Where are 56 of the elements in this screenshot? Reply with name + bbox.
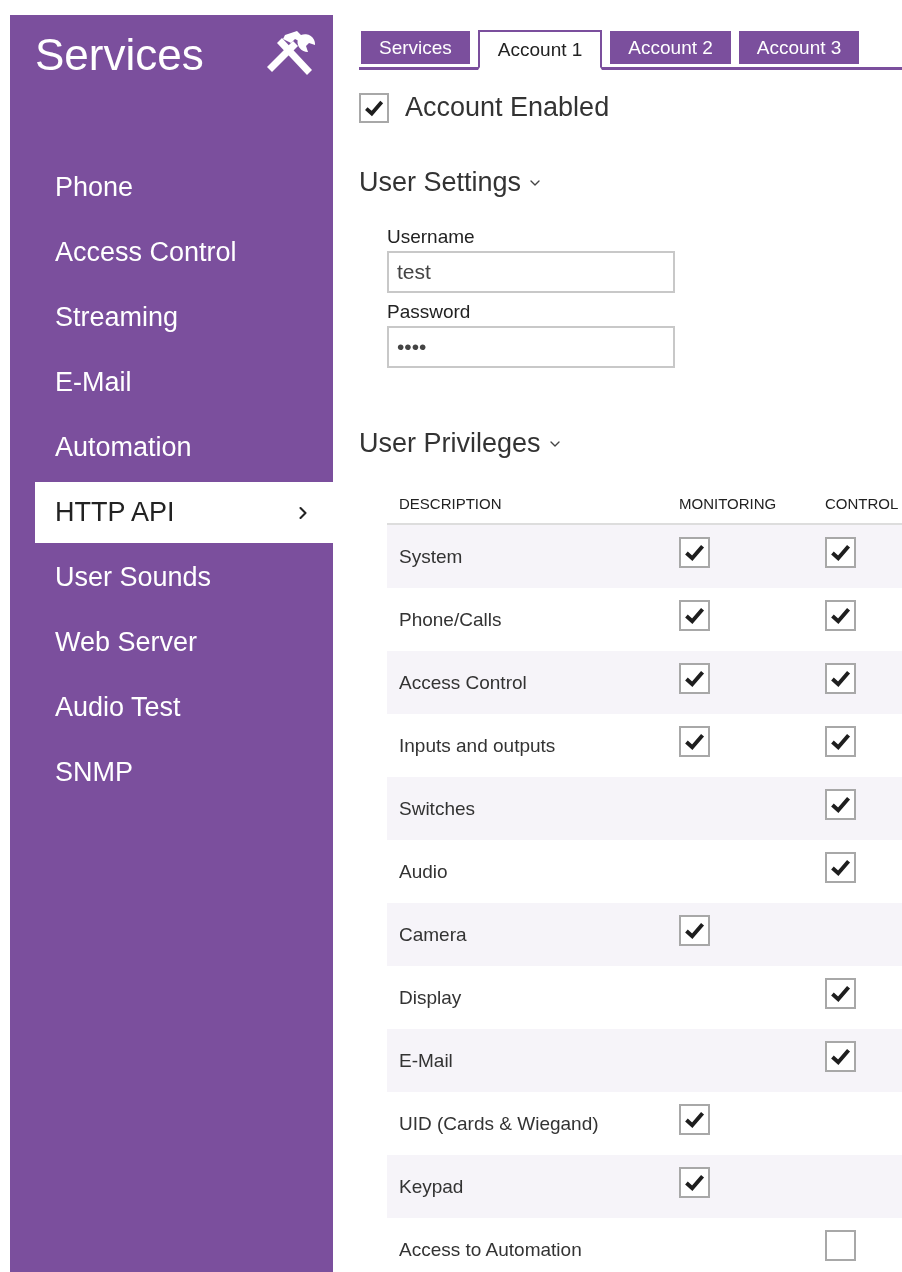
sidebar-item[interactable]: HTTP API — [35, 482, 333, 543]
table-cell-text: Switches — [398, 797, 476, 820]
tab[interactable]: Services — [361, 31, 470, 64]
sidebar-item[interactable]: User Sounds — [35, 547, 333, 608]
section-header[interactable]: User Privileges — [359, 428, 902, 459]
tab[interactable]: Account 2 — [610, 31, 731, 64]
table-cell-text: Audio — [398, 860, 448, 883]
sidebar-item[interactable]: Phone — [35, 157, 333, 218]
table-cell-text: Phone/Calls — [398, 608, 502, 631]
tab[interactable]: Account 1 — [477, 30, 603, 70]
table-cell-text: Access to Automation — [398, 1238, 582, 1261]
checkbox[interactable] — [825, 1230, 856, 1261]
checkbox[interactable] — [679, 663, 710, 694]
input-field[interactable]: •••• — [387, 326, 675, 368]
sidebar-item[interactable]: Automation — [35, 417, 333, 478]
field-label: Username — [387, 226, 476, 248]
section-title: User Settings — [359, 167, 522, 198]
tab[interactable]: Account 3 — [738, 31, 860, 64]
section-title: User Privileges — [359, 428, 541, 459]
checkbox[interactable] — [679, 1167, 710, 1198]
checkbox[interactable] — [825, 852, 856, 883]
checkbox[interactable] — [679, 915, 710, 946]
input-field[interactable]: test — [387, 251, 675, 293]
sidebar-item[interactable]: Streaming — [35, 287, 333, 348]
sidebar-item[interactable]: SNMP — [35, 742, 333, 803]
checkbox[interactable] — [825, 600, 856, 631]
table-cell-text: Inputs and outputs — [398, 734, 556, 757]
table-cell-text: E-Mail — [398, 1049, 453, 1072]
table-cell-text: Access Control — [398, 671, 527, 694]
checkbox[interactable] — [825, 726, 856, 757]
checkbox-label: Account Enabled — [405, 92, 610, 123]
table-cell-text: Camera — [398, 923, 467, 946]
checkbox[interactable] — [679, 600, 710, 631]
checkbox[interactable] — [825, 978, 856, 1009]
field-label: Password — [387, 301, 472, 323]
sidebar-item[interactable]: Audio Test — [35, 677, 333, 738]
checkbox[interactable] — [825, 663, 856, 694]
sidebar-title: Services — [35, 29, 204, 81]
table-cell-text: System — [398, 545, 463, 568]
table-cell-text: Display — [398, 986, 462, 1009]
checkbox[interactable] — [679, 537, 710, 568]
sidebar-item[interactable]: Web Server — [35, 612, 333, 673]
checkbox[interactable] — [825, 537, 856, 568]
checkbox[interactable] — [825, 1041, 856, 1072]
column-header: MONITORING — [679, 494, 777, 512]
checkbox[interactable] — [679, 1104, 710, 1135]
column-header: CONTROL — [825, 494, 899, 512]
table-cell-text: Keypad — [398, 1175, 464, 1198]
column-header: DESCRIPTION — [398, 494, 502, 512]
checkbox[interactable] — [359, 92, 389, 123]
checkbox[interactable] — [679, 726, 710, 757]
sidebar-item[interactable]: Access Control — [35, 222, 333, 283]
table-cell-text: UID (Cards & Wiegand) — [398, 1112, 599, 1135]
section-header[interactable]: User Settings — [359, 167, 902, 198]
checkbox[interactable] — [825, 789, 856, 820]
sidebar-item[interactable]: E-Mail — [35, 352, 333, 413]
